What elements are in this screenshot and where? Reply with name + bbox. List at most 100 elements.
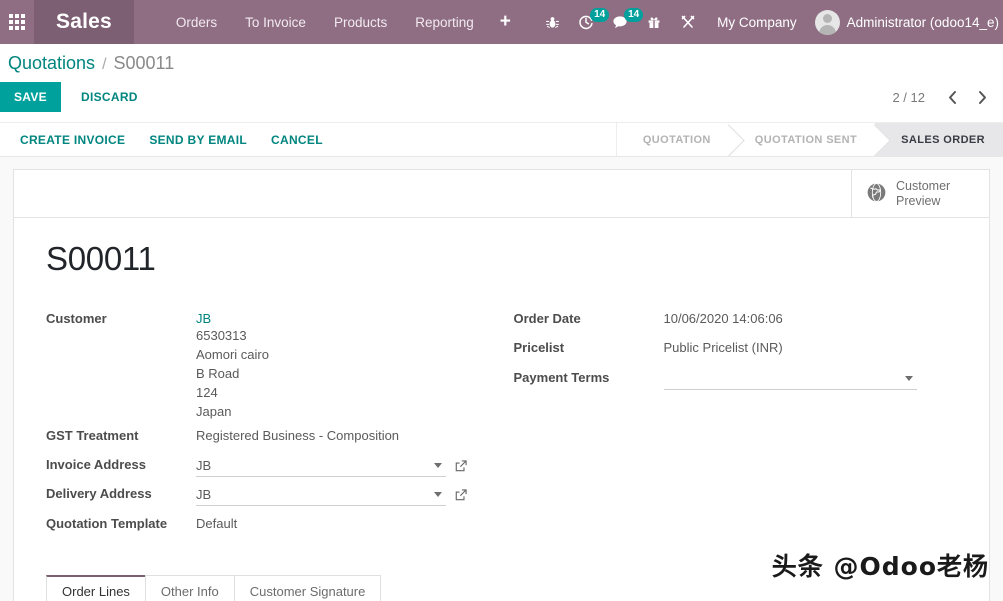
field-payment-terms: Payment Terms <box>514 367 958 391</box>
main-menu: Orders To Invoice Products Reporting + <box>162 0 523 44</box>
field-delivery-address: Delivery Address JB <box>46 483 502 507</box>
apps-grid-icon <box>9 14 25 30</box>
customer-preview-line2: Preview <box>896 193 941 208</box>
form-column-left: Customer JB 6530313 Aomori cairo B Road … <box>46 308 502 537</box>
chevron-down-icon[interactable] <box>434 463 442 468</box>
field-gst-treatment: GST Treatment Registered Business - Comp… <box>46 425 502 449</box>
cancel-button[interactable]: CANCEL <box>259 127 335 153</box>
form-grid: Customer JB 6530313 Aomori cairo B Road … <box>46 308 957 537</box>
control-panel-bottom: CREATE INVOICE SEND BY EMAIL CANCEL QUOT… <box>0 122 1003 156</box>
customer-preview-label: Customer Preview <box>896 179 950 209</box>
tab-order-lines[interactable]: Order Lines <box>46 575 146 601</box>
gst-treatment-label: GST Treatment <box>46 428 139 443</box>
pager-counter: 2 / 12 <box>892 89 925 105</box>
pricelist-value: Public Pricelist (INR) <box>663 340 783 355</box>
breadcrumb-current-record: S00011 <box>113 53 175 73</box>
notebook: Order Lines Other Info Customer Signatur… <box>46 575 957 601</box>
chevron-left-icon[interactable] <box>939 84 965 110</box>
pager: 2 / 12 <box>892 84 1003 110</box>
payment-terms-input[interactable] <box>663 367 917 390</box>
object-buttons: CREATE INVOICE SEND BY EMAIL CANCEL <box>0 123 335 156</box>
menu-item-to-invoice[interactable]: To Invoice <box>231 0 320 44</box>
customer-address-line-4: 124 <box>196 385 218 400</box>
customer-address-line-1: 6530313 <box>196 328 247 343</box>
delivery-address-input[interactable]: JB <box>196 483 446 506</box>
status-step-quotation-sent[interactable]: QUOTATION SENT <box>728 123 876 156</box>
chevron-down-icon[interactable] <box>904 376 913 381</box>
activity-clock-icon[interactable]: 14 <box>569 0 610 44</box>
systray: 14 14 My Company Administrator (odoo14_e… <box>535 0 1003 44</box>
customer-address-line-5: Japan <box>196 404 232 419</box>
quotation-template-value: Default <box>196 516 238 531</box>
invoice-address-input[interactable]: JB <box>196 454 446 477</box>
top-navbar: Sales Orders To Invoice Products Reporti… <box>0 0 1003 44</box>
invoice-address-external-link-icon[interactable] <box>454 459 468 473</box>
delivery-address-label: Delivery Address <box>46 486 152 501</box>
status-bar: QUOTATION QUOTATION SENT SALES ORDER <box>615 123 1003 156</box>
invoice-address-control: JB <box>196 454 502 477</box>
control-panel: Quotations / S00011 SAVE DISCARD 2 / 12 <box>0 44 1003 157</box>
company-switcher[interactable]: My Company <box>705 0 809 44</box>
payment-terms-label: Payment Terms <box>513 370 610 385</box>
globe-icon <box>866 182 887 206</box>
menu-item-reporting[interactable]: Reporting <box>401 0 488 44</box>
sheet-wrapper: Customer Preview S00011 Customer JB 6530… <box>0 157 1003 601</box>
field-quotation-template: Quotation Template Default <box>46 513 502 537</box>
control-panel-actions: SAVE DISCARD 2 / 12 <box>0 74 1003 122</box>
apps-menu-button[interactable] <box>0 0 34 44</box>
delivery-address-external-link-icon[interactable] <box>454 488 468 502</box>
customer-preview-button[interactable]: Customer Preview <box>851 170 989 217</box>
tab-other-info[interactable]: Other Info <box>144 575 235 601</box>
control-panel-top: Quotations / S00011 <box>0 44 1003 74</box>
delivery-address-control: JB <box>196 483 502 506</box>
tools-wrench-icon[interactable] <box>671 0 705 44</box>
menu-item-orders[interactable]: Orders <box>162 0 231 44</box>
send-by-email-button[interactable]: SEND BY EMAIL <box>137 127 259 153</box>
page-title: S00011 <box>46 240 156 277</box>
chevron-right-icon[interactable] <box>969 84 995 110</box>
field-order-date: Order Date 10/06/2020 14:06:06 <box>514 308 958 332</box>
page-root: Sales Orders To Invoice Products Reporti… <box>0 0 1003 601</box>
breadcrumb-parent-quotations[interactable]: Quotations <box>8 53 95 74</box>
form-column-right: Order Date 10/06/2020 14:06:06 Pricelist… <box>502 308 958 537</box>
form-sheet: Customer Preview S00011 Customer JB 6530… <box>13 169 990 601</box>
user-name-label: Administrator (odoo14_e) <box>846 14 999 30</box>
sheet-body: S00011 Customer JB 6530313 Aomori cairo … <box>14 218 989 601</box>
field-customer: Customer JB 6530313 Aomori cairo B Road … <box>46 308 502 421</box>
order-date-label: Order Date <box>513 311 581 326</box>
quotation-template-label: Quotation Template <box>46 516 168 531</box>
status-step-quotation[interactable]: QUOTATION <box>615 123 729 156</box>
customer-label: Customer <box>46 311 107 326</box>
stat-button-box: Customer Preview <box>14 170 989 218</box>
delivery-address-value: JB <box>196 486 212 502</box>
field-pricelist: Pricelist Public Pricelist (INR) <box>514 337 958 361</box>
notebook-tabs: Order Lines Other Info Customer Signatur… <box>46 575 957 601</box>
breadcrumb: Quotations / S00011 <box>8 53 174 74</box>
gst-treatment-value: Registered Business - Composition <box>196 428 400 443</box>
customer-preview-line1: Customer <box>896 178 951 193</box>
gift-icon[interactable] <box>637 0 671 44</box>
debug-bug-icon[interactable] <box>535 0 569 44</box>
invoice-address-label: Invoice Address <box>46 457 146 472</box>
payment-terms-control <box>663 367 958 390</box>
customer-value-block: JB 6530313 Aomori cairo B Road 124 Japan <box>196 308 269 421</box>
order-date-value: 10/06/2020 14:06:06 <box>663 311 783 326</box>
add-menu-button[interactable]: + <box>488 0 523 44</box>
customer-address-line-2: Aomori cairo <box>196 347 269 362</box>
breadcrumb-separator: / <box>102 56 107 73</box>
discard-button[interactable]: DISCARD <box>67 82 152 112</box>
avatar <box>814 9 840 35</box>
pricelist-label: Pricelist <box>513 340 565 355</box>
tab-customer-signature[interactable]: Customer Signature <box>233 575 382 601</box>
user-menu[interactable]: Administrator (odoo14_e) <box>809 0 999 44</box>
app-brand-sales[interactable]: Sales <box>34 0 134 44</box>
create-invoice-button[interactable]: CREATE INVOICE <box>8 127 137 153</box>
menu-item-products[interactable]: Products <box>320 0 401 44</box>
chevron-down-icon[interactable] <box>434 492 442 497</box>
messages-chat-icon[interactable]: 14 <box>603 0 644 44</box>
customer-address-line-3: B Road <box>196 366 240 381</box>
save-button[interactable]: SAVE <box>0 82 61 112</box>
customer-name-link[interactable]: JB <box>196 308 269 326</box>
status-step-sales-order[interactable]: SALES ORDER <box>875 123 1003 156</box>
invoice-address-value: JB <box>196 457 212 473</box>
